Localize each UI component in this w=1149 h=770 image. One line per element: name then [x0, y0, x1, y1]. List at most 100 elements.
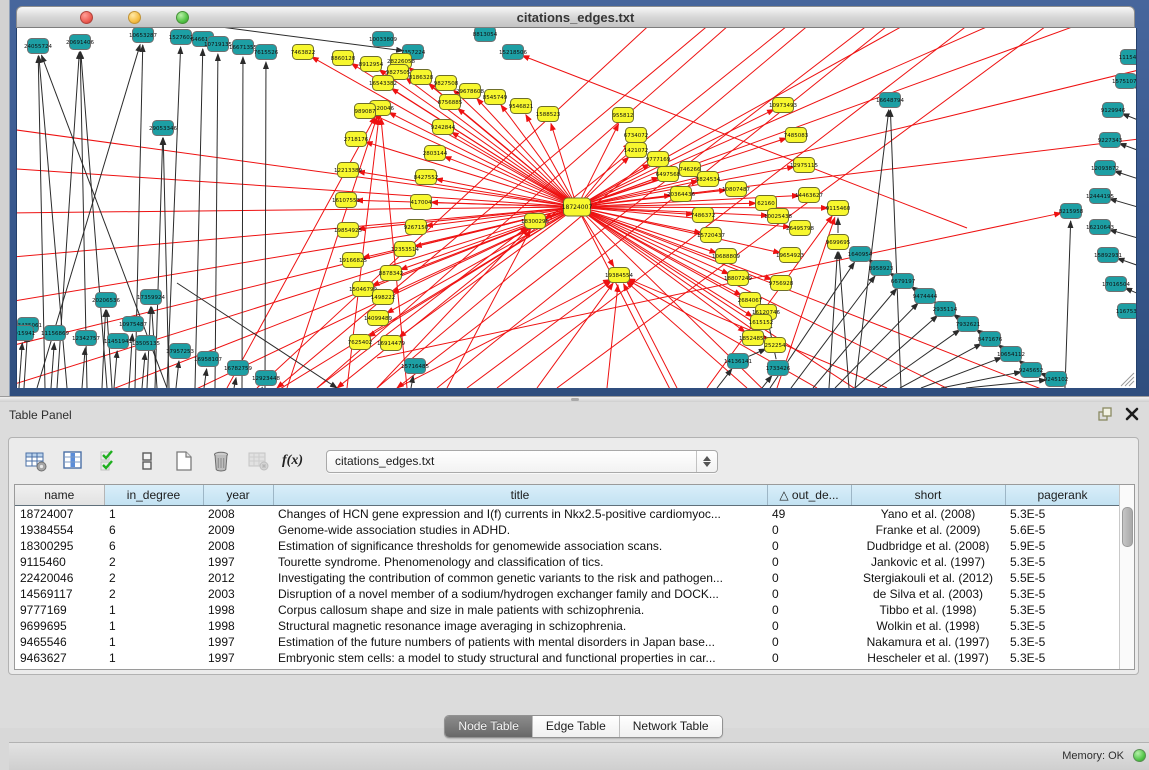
table-cell[interactable]: Hescheler et al. (1997)	[851, 650, 1005, 666]
graph-edge[interactable]	[142, 353, 145, 388]
graph-edge[interactable]	[791, 276, 875, 388]
table-cell[interactable]: 0	[767, 522, 851, 538]
table-column-icon[interactable]	[60, 448, 86, 474]
graph-edge[interactable]	[19, 343, 22, 388]
table-cell[interactable]: 1998	[203, 618, 273, 634]
table-cell[interactable]: 6	[104, 538, 203, 554]
table-cell[interactable]: Stergiakouli et al. (2012)	[851, 570, 1005, 586]
table-cell[interactable]: 5.3E-5	[1005, 602, 1120, 618]
table-cell[interactable]: 2003	[203, 586, 273, 602]
graph-edge[interactable]	[444, 157, 568, 204]
table-cell[interactable]: 0	[767, 586, 851, 602]
table-cell[interactable]: Estimation of significance thresholds fo…	[273, 538, 767, 554]
table-cell[interactable]: 2009	[203, 522, 273, 538]
table-cell[interactable]: 9699695	[15, 618, 104, 634]
graph-edge[interactable]	[51, 343, 54, 388]
table-cell[interactable]: Dudbridge et al. (2008)	[851, 538, 1005, 554]
divider-handle[interactable]	[571, 398, 579, 401]
table-cell[interactable]: 5.5E-5	[1005, 570, 1120, 586]
graph-edge[interactable]	[585, 28, 1007, 203]
close-panel-icon[interactable]	[1125, 407, 1139, 421]
graph-edge[interactable]	[966, 380, 1046, 388]
graph-edge[interactable]	[1065, 221, 1071, 388]
graph-edge[interactable]	[762, 376, 772, 388]
column-header-year[interactable]: year	[203, 485, 273, 505]
table-cell[interactable]: 5.3E-5	[1005, 618, 1120, 634]
graph-edge[interactable]	[17, 168, 568, 206]
table-cell[interactable]: 9463627	[15, 650, 104, 666]
table-cell[interactable]: Investigating the contribution of common…	[273, 570, 767, 586]
graph-edge[interactable]	[167, 211, 569, 388]
table-row[interactable]: 977716911998Corpus callosum shape and si…	[15, 602, 1120, 618]
table-cell[interactable]: 2	[104, 554, 203, 570]
table-settings-icon[interactable]	[23, 448, 49, 474]
table-cell[interactable]: 1997	[203, 554, 273, 570]
graph-edge[interactable]	[829, 252, 837, 388]
graph-edge[interactable]	[624, 284, 677, 388]
graph-edge[interactable]	[176, 361, 179, 388]
table-cell[interactable]: Estimation of the future numbers of pati…	[273, 634, 767, 650]
table-cell[interactable]: 2012	[203, 570, 273, 586]
column-header-name[interactable]: name	[15, 485, 104, 505]
new-document-icon[interactable]	[171, 448, 197, 474]
table-cell[interactable]: 14569117	[15, 586, 104, 602]
table-cell[interactable]: Changes of HCN gene expression and I(f) …	[273, 505, 767, 522]
scrollbar-thumb[interactable]	[1122, 507, 1133, 547]
table-cell[interactable]: de Silva et al. (2003)	[851, 586, 1005, 602]
table-row[interactable]: 946554611997Estimation of the future num…	[15, 634, 1120, 650]
graph-edge[interactable]	[82, 348, 85, 388]
table-cell[interactable]: Wolkin et al. (1998)	[851, 618, 1005, 634]
network-canvas[interactable]: 2405572420691406106532871527602646616010…	[17, 28, 1136, 388]
graph-edge[interactable]	[835, 303, 918, 388]
table-cell[interactable]: 0	[767, 650, 851, 666]
table-cell[interactable]: Embryonic stem cells: a model to study s…	[273, 650, 767, 666]
table-cell[interactable]: 19384554	[15, 522, 104, 538]
column-header-in-degree[interactable]: in_degree	[104, 485, 203, 505]
table-cell[interactable]: Yano et al. (2008)	[851, 505, 1005, 522]
graph-edge[interactable]	[102, 310, 106, 388]
stacked-squares-icon[interactable]	[134, 448, 160, 474]
graph-edge[interactable]	[878, 330, 960, 388]
graph-edge[interactable]	[234, 378, 236, 388]
graph-edge[interactable]	[411, 376, 413, 388]
table-cell[interactable]: 9465546	[15, 634, 104, 650]
table-cell[interactable]: 1	[104, 602, 203, 618]
column-header-out-de-[interactable]: △ out_de...	[767, 485, 851, 505]
graph-edge[interactable]	[941, 372, 1021, 388]
table-cell[interactable]: 1997	[203, 634, 273, 650]
table-cell[interactable]: 1997	[203, 650, 273, 666]
table-cell[interactable]: 1	[104, 505, 203, 522]
graph-edge[interactable]	[746, 349, 766, 357]
table-row[interactable]: 1938455462009Genome-wide association stu…	[15, 522, 1120, 538]
column-header-pagerank[interactable]: pagerank	[1005, 485, 1120, 505]
table-cell[interactable]: 5.3E-5	[1005, 650, 1120, 666]
table-cell[interactable]: 1	[104, 634, 203, 650]
table-cell[interactable]: 49	[767, 505, 851, 522]
table-cell[interactable]: Tourette syndrome. Phenomenology and cla…	[273, 554, 767, 570]
graph-edge[interactable]	[1122, 114, 1136, 124]
table-cell[interactable]: Tibbo et al. (1998)	[851, 602, 1005, 618]
table-cell[interactable]: 2008	[203, 538, 273, 554]
graph-edge[interactable]	[586, 68, 1136, 205]
delete-trash-icon[interactable]	[208, 448, 234, 474]
table-cell[interactable]: 5.6E-5	[1005, 522, 1120, 538]
table-row[interactable]: 1872400712008Changes of HCN gene express…	[15, 505, 1120, 522]
table-cell[interactable]: 1998	[203, 602, 273, 618]
memory-ok-indicator[interactable]	[1133, 749, 1146, 762]
column-header-short[interactable]: short	[851, 485, 1005, 505]
table-row[interactable]: 946362711997Embryonic stem cells: a mode…	[15, 650, 1120, 666]
select-all-checks-icon[interactable]	[97, 448, 123, 474]
table-cell[interactable]: Disruption of a novel member of a sodium…	[273, 586, 767, 602]
graph-edge[interactable]	[1115, 171, 1136, 182]
table-row[interactable]: 969969511998Structural magnetic resonanc…	[15, 618, 1120, 634]
table-cell[interactable]: 0	[767, 554, 851, 570]
table-cell[interactable]: Franke et al. (2009)	[851, 522, 1005, 538]
float-panel-icon[interactable]	[1097, 406, 1113, 422]
graph-edge[interactable]	[265, 62, 266, 388]
table-cell[interactable]: 18724007	[15, 505, 104, 522]
table-cell[interactable]: Structural magnetic resonance image aver…	[273, 618, 767, 634]
table-row[interactable]: 2242004622012Investigating the contribut…	[15, 570, 1120, 586]
graph-edge[interactable]	[1125, 288, 1136, 298]
table-cell[interactable]: 0	[767, 538, 851, 554]
table-cell[interactable]: 0	[767, 570, 851, 586]
